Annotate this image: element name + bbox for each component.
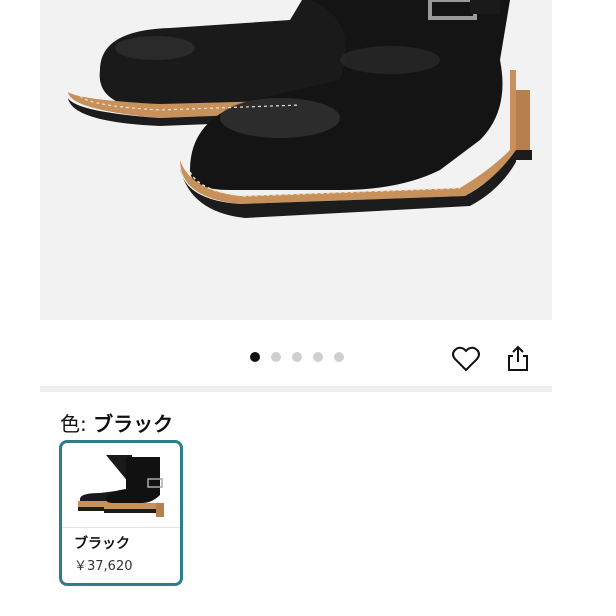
pagination-dot[interactable] — [292, 352, 302, 362]
image-pagination — [250, 352, 344, 362]
product-image[interactable] — [40, 0, 552, 320]
swatch-divider — [62, 527, 180, 528]
swatch-thumbnail — [70, 449, 174, 523]
pagination-dot[interactable] — [313, 352, 323, 362]
pagination-dot[interactable] — [250, 352, 260, 362]
color-selector-label: 色: ブラック — [60, 408, 173, 437]
color-swatch-black[interactable]: ブラック ￥37,620 — [59, 440, 183, 586]
favorite-button[interactable] — [451, 344, 481, 374]
pagination-dot[interactable] — [334, 352, 344, 362]
swatch-price: ￥37,620 — [74, 559, 133, 574]
pagination-dot[interactable] — [271, 352, 281, 362]
swatch-name: ブラック — [74, 536, 130, 552]
selected-color: ブラック — [93, 412, 174, 436]
heart-icon — [452, 346, 480, 372]
share-icon — [508, 345, 528, 371]
section-divider — [40, 386, 552, 392]
boot-photo — [68, 0, 532, 218]
share-button[interactable] — [503, 344, 533, 374]
color-label: 色: — [60, 412, 94, 436]
